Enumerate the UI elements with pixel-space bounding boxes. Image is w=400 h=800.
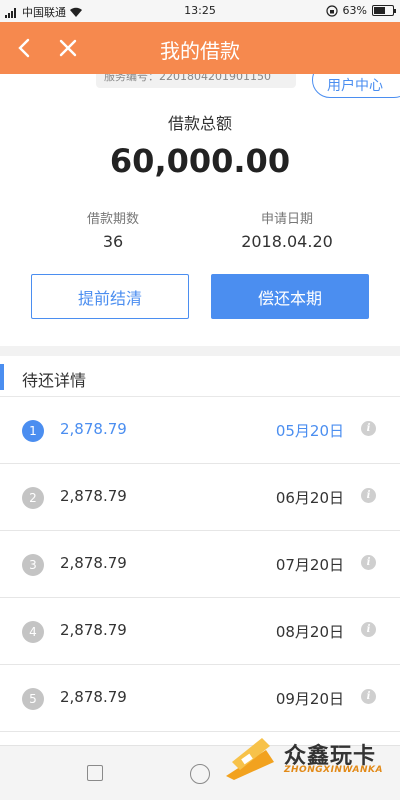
installment-date: 07月20日 [275,556,344,574]
installment-date: 08月20日 [275,623,344,641]
section-accent-bar [0,364,4,390]
nav-bar: 我的借款 [0,22,400,74]
installment-row[interactable]: 5 2,878.79 09月20日 i [0,665,400,732]
installment-number: 4 [22,621,44,643]
apply-date-value: 2018.04.20 [241,232,333,251]
info-icon[interactable]: i [361,622,376,637]
installment-amount: 2,878.79 [60,487,127,505]
user-center-button[interactable]: 用户中心 [312,74,400,98]
watermark: 众鑫玩卡 ZHONGXINWANKA [222,732,400,780]
apply-date-label: 申请日期 [260,212,313,227]
page-title: 我的借款 [160,39,240,63]
status-right: 63% [325,4,396,17]
status-bar: 中国联通 13:25 63% [0,0,400,22]
installment-date: 09月20日 [275,690,344,708]
info-icon[interactable]: i [361,689,376,704]
installment-number: 3 [22,554,44,576]
info-icon[interactable]: i [361,421,376,436]
installment-row[interactable]: 1 2,878.79 05月20日 i [0,397,400,464]
section-title: 待还详情 [22,371,87,390]
installment-date: 05月20日 [275,422,344,440]
installment-row[interactable]: 4 2,878.79 08月20日 i [0,598,400,665]
repay-current-button[interactable]: 偿还本期 [211,274,369,319]
pending-details-header: 待还详情 [0,356,400,397]
watermark-sub: ZHONGXINWANKA [284,765,383,775]
info-icon[interactable]: i [361,555,376,570]
battery-fill [374,7,386,14]
installment-number: 1 [22,420,44,442]
installment-date: 06月20日 [275,489,344,507]
watermark-logo-icon [226,738,274,780]
installment-amount: 2,878.79 [60,621,127,639]
recent-apps-button[interactable] [87,765,103,781]
home-button[interactable] [190,764,210,784]
installment-row[interactable]: 2 2,878.79 06月20日 i [0,464,400,531]
prepay-button[interactable]: 提前结清 [31,274,189,319]
installment-amount: 2,878.79 [60,554,127,572]
installment-row[interactable]: 3 2,878.79 07月20日 i [0,531,400,598]
installment-number: 5 [22,688,44,710]
service-number: 服务编号：2201804201901150 [96,74,296,88]
info-icon[interactable]: i [361,488,376,503]
total-label: 借款总额 [167,114,232,133]
battery-percent: 63% [342,4,367,17]
installment-amount: 2,878.79 [60,688,127,706]
battery-icon [372,5,396,16]
total-amount: 60,000.00 [109,142,291,180]
installment-amount: 2,878.79 [60,420,127,438]
lock-rotation-icon [325,4,338,17]
loan-summary: 服务编号：2201804201901150 用户中心 借款总额 60,000.0… [0,74,400,346]
installment-list: 1 2,878.79 05月20日 i 2 2,878.79 06月20日 i … [0,397,400,732]
installment-number: 2 [22,487,44,509]
periods-label: 借款期数 [86,212,139,227]
periods-value: 36 [102,232,124,251]
section-divider [0,346,400,356]
